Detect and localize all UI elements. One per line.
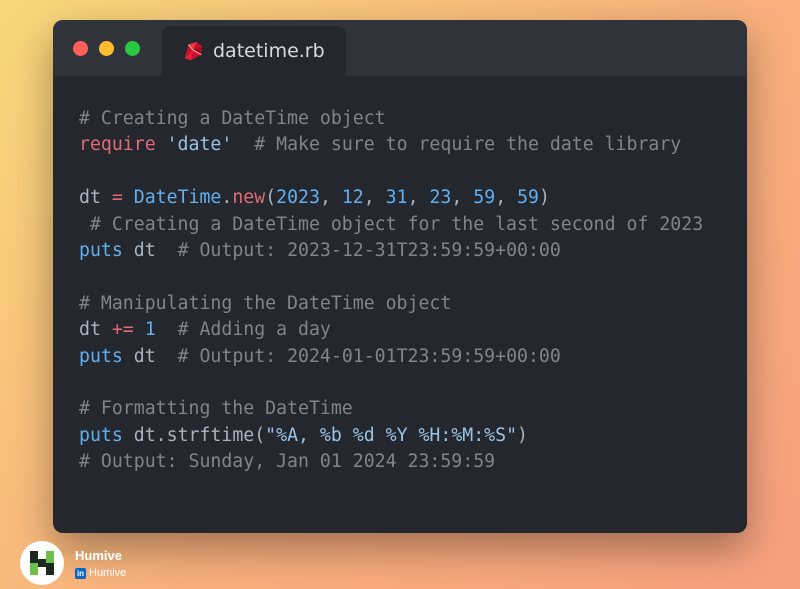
code-token: "%A, %b %d %Y %H:%M:%S" [265, 424, 518, 446]
code-token: # Output: 2024-01-01T23:59:59+00:00 [177, 345, 561, 367]
code-token: , [407, 187, 430, 209]
code-token: dt.strftime( [133, 424, 266, 446]
code-token: # Creating a DateTime object for the las… [79, 213, 704, 235]
code-token: # Adding a day [177, 319, 331, 341]
code-token: # Manipulating the DateTime object [79, 292, 452, 314]
code-token: . [221, 187, 233, 209]
code-token: , [363, 187, 386, 209]
code-token: puts [79, 424, 123, 446]
code-token: dt [133, 239, 156, 261]
code-line: dt += 1 # Adding a day [79, 317, 703, 343]
linkedin-label: Humive [89, 567, 127, 579]
code-token: 59 [517, 187, 540, 209]
code-token: dt [79, 187, 101, 209]
code-token: # Output: Sunday, Jan 01 2024 23:59:59 [79, 451, 496, 473]
code-token: 2023 [276, 187, 320, 209]
code-token: 59 [473, 187, 496, 209]
code-token: dt [133, 345, 156, 367]
code-token: , [495, 187, 518, 209]
code-token: puts [79, 239, 123, 261]
code-line: puts dt.strftime("%A, %b %d %Y %H:%M:%S"… [79, 423, 703, 449]
code-token: # Make sure to require the date library [254, 134, 682, 156]
maximize-window-button[interactable] [125, 41, 140, 56]
code-token: new [232, 187, 266, 209]
code-token: 1 [144, 319, 156, 341]
minimize-window-button[interactable] [99, 41, 114, 56]
code-token: DateTime [133, 187, 222, 209]
code-token: 23 [429, 187, 452, 209]
code-token: dt [79, 319, 101, 341]
code-token: # Creating a DateTime object [79, 108, 386, 129]
code-token: , [319, 187, 342, 209]
code-window: datetime.rb # Creating a DateTime object… [53, 20, 747, 533]
close-window-button[interactable] [73, 41, 88, 56]
code-line: puts dt # Output: 2023-12-31T23:59:59+00… [79, 238, 703, 264]
code-token: # Output: 2023-12-31T23:59:59+00:00 [177, 239, 561, 261]
code-editor[interactable]: # Creating a DateTime object require 'dat… [79, 106, 703, 475]
brand-name: Humive [75, 548, 122, 563]
code-token: , [451, 187, 474, 209]
tab-label: datetime.rb [213, 40, 325, 62]
code-line: # Manipulating the DateTime object [79, 291, 703, 317]
code-token: 31 [385, 187, 408, 209]
linkedin-icon: in [75, 567, 86, 579]
code-line: # Creating a DateTime object for the las… [79, 212, 703, 238]
title-bar: datetime.rb [53, 20, 747, 76]
code-token: require [79, 134, 156, 156]
code-line: puts dt # Output: 2024-01-01T23:59:59+00… [79, 344, 703, 370]
code-line: # Formatting the DateTime [79, 396, 703, 422]
code-line: dt = DateTime.new(2023, 12, 31, 23, 59, … [79, 185, 703, 211]
code-token: ) [539, 187, 550, 209]
code-token: ) [517, 424, 528, 446]
humive-logo-icon [20, 541, 64, 585]
code-line: # Output: Sunday, Jan 01 2024 23:59:59 [79, 449, 703, 475]
file-tab[interactable]: datetime.rb [162, 26, 346, 76]
code-token: = [111, 187, 123, 209]
code-token: ( [265, 187, 277, 209]
code-token: puts [79, 345, 123, 367]
code-token: 12 [341, 187, 364, 209]
code-token: # Formatting the DateTime [79, 398, 353, 420]
code-line: require 'date' # Make sure to require th… [79, 132, 703, 158]
code-token: += [111, 319, 134, 341]
ruby-icon [184, 41, 203, 61]
code-line: # Creating a DateTime object [79, 106, 703, 132]
linkedin-link[interactable]: in Humive [75, 567, 126, 579]
code-token: 'date' [166, 134, 233, 156]
brand-footer: Humive in Humive [20, 541, 180, 585]
